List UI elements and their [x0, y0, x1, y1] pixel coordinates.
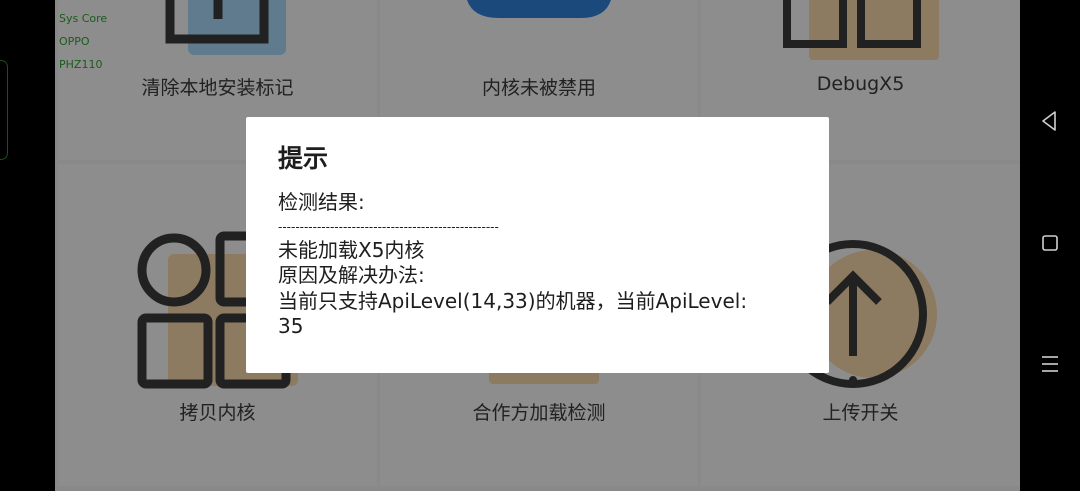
dialog-message-line: 35 [278, 314, 304, 338]
dialog-message-line: 未能加载X5内核 [278, 237, 425, 262]
navigation-bar [1020, 0, 1080, 491]
home-icon[interactable] [1038, 231, 1062, 255]
dialog-message-line: 当前只支持ApiLevel(14,33)的机器，当前ApiLevel: [278, 288, 748, 313]
dialog-separator: ----------------------------------------… [278, 219, 499, 234]
dialog-result-label: 检测结果: [278, 190, 365, 214]
alert-dialog: 提示 检测结果: -------------------------------… [246, 117, 829, 373]
dialog-message-line: 原因及解决办法: [278, 263, 425, 287]
recents-icon[interactable] [1038, 352, 1062, 376]
dialog-title: 提示 [278, 144, 329, 173]
back-icon[interactable] [1038, 109, 1062, 133]
